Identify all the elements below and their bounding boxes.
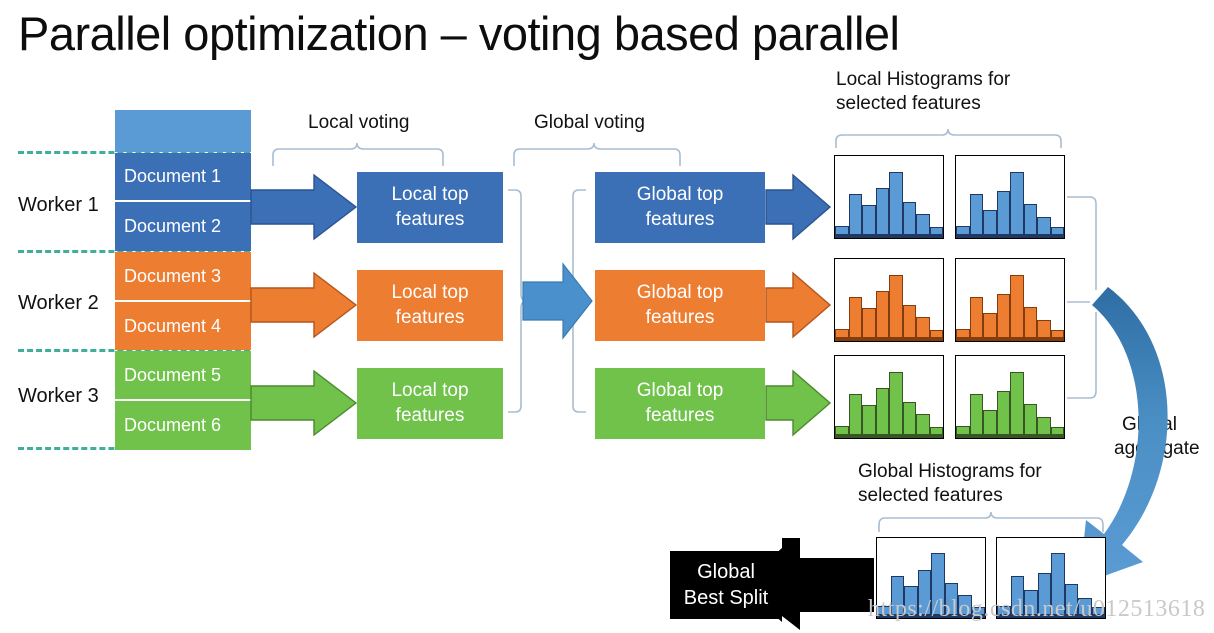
local-histogram-panel-1 — [834, 155, 944, 239]
histogram-baseline — [956, 434, 1064, 438]
global-top-features-box-3[interactable]: Global top features — [595, 368, 765, 439]
histogram-bar — [1010, 372, 1024, 438]
histogram-bar — [1023, 307, 1037, 341]
box-line-2: features — [395, 208, 465, 230]
global-top-features-box-2[interactable]: Global top features — [595, 270, 765, 341]
histogram-bar — [969, 194, 983, 238]
local-histogram-panel-5 — [834, 355, 944, 439]
histogram-bar — [996, 191, 1010, 238]
box-line-1: Local top — [391, 184, 469, 206]
histogram-baseline — [956, 337, 1064, 341]
box-line-2: features — [645, 306, 715, 328]
histogram-bar — [1023, 404, 1037, 438]
histogram-bar — [969, 297, 983, 341]
histogram-bar — [875, 188, 889, 238]
histogram-bar — [996, 391, 1010, 438]
local-histogram-panel-4 — [955, 258, 1065, 342]
histogram-bar — [902, 305, 916, 341]
global-best-split-box[interactable]: Global Best Split — [670, 551, 782, 619]
histogram-baseline — [835, 434, 943, 438]
box-line-1: Global top — [636, 380, 724, 402]
box-line-1: Local top — [391, 380, 469, 402]
histogram-bar — [902, 202, 916, 238]
histogram-bar — [996, 294, 1010, 341]
local-top-features-box-3[interactable]: Local top features — [357, 368, 503, 439]
watermark-text: https://blog.csdn.net/u012513618 — [868, 596, 1206, 622]
box-line-2: features — [395, 404, 465, 426]
histogram-bar — [848, 297, 862, 341]
histogram-bar — [848, 194, 862, 238]
box-line-1: Global top — [636, 282, 724, 304]
histogram-baseline — [835, 337, 943, 341]
histogram-bar — [889, 372, 903, 438]
histogram-bar — [889, 275, 903, 341]
box-line-2: features — [645, 208, 715, 230]
local-histogram-panel-3 — [834, 258, 944, 342]
histogram-bar — [875, 291, 889, 341]
histogram-baseline — [835, 234, 943, 238]
best-split-line-2: Best Split — [683, 587, 769, 609]
global-top-features-box-1[interactable]: Global top features — [595, 172, 765, 243]
histogram-bar — [902, 402, 916, 438]
histogram-bar — [969, 394, 983, 438]
box-line-1: Local top — [391, 282, 469, 304]
box-line-2: features — [645, 404, 715, 426]
histogram-bar — [875, 388, 889, 438]
histogram-bar — [889, 172, 903, 238]
histogram-baseline — [956, 234, 1064, 238]
histogram-bar — [1023, 204, 1037, 238]
local-top-features-box-2[interactable]: Local top features — [357, 270, 503, 341]
histogram-bar — [1010, 275, 1024, 341]
box-line-1: Global top — [636, 184, 724, 206]
best-split-line-1: Global — [697, 561, 755, 583]
box-line-2: features — [395, 306, 465, 328]
histogram-bar — [848, 394, 862, 438]
local-histogram-panel-2 — [955, 155, 1065, 239]
local-histogram-panel-6 — [955, 355, 1065, 439]
local-top-features-box-1[interactable]: Local top features — [357, 172, 503, 243]
histogram-bar — [1010, 172, 1024, 238]
